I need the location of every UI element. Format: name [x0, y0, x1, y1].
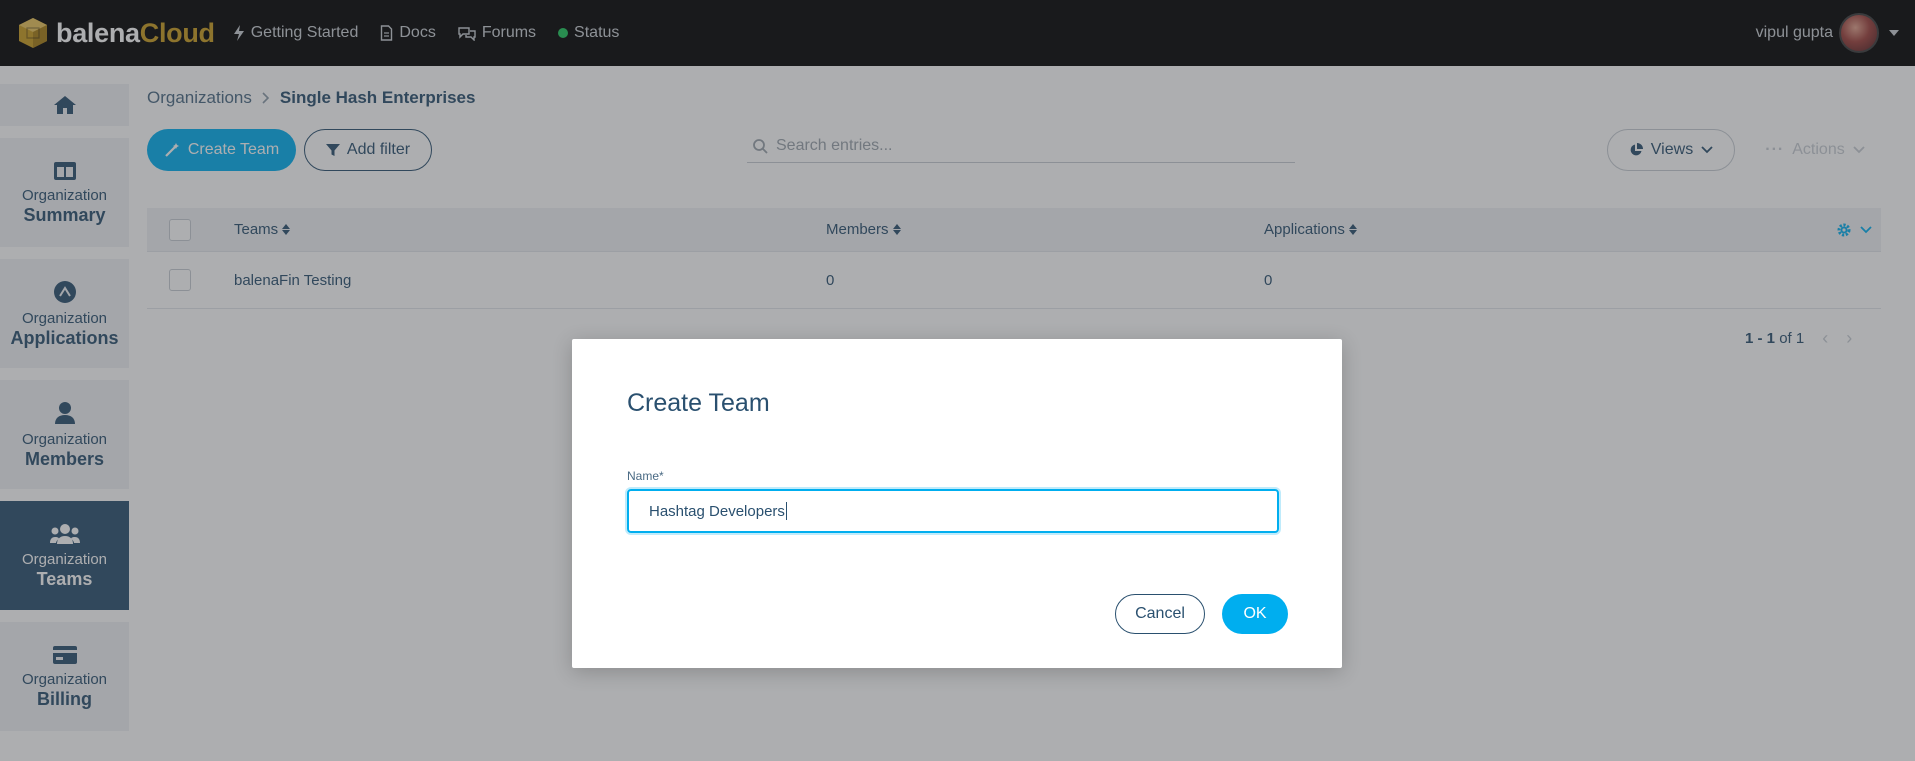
- team-name-value: Hashtag Developers: [649, 502, 785, 520]
- dialog-title: Create Team: [627, 389, 770, 417]
- create-team-dialog: Create Team Name* Hashtag Developers Can…: [572, 339, 1342, 668]
- cancel-button[interactable]: Cancel: [1115, 594, 1205, 634]
- team-name-input[interactable]: Hashtag Developers: [627, 489, 1279, 533]
- name-field-label: Name*: [627, 469, 664, 483]
- ok-button[interactable]: OK: [1222, 594, 1288, 634]
- text-cursor: [785, 502, 787, 520]
